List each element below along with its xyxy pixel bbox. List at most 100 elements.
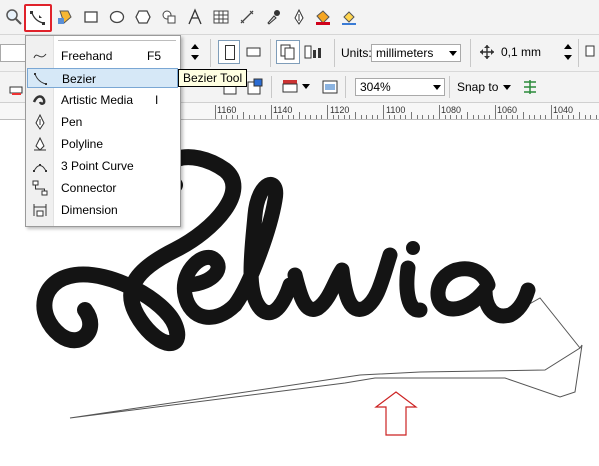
ruler-tick bbox=[343, 115, 345, 119]
landscape-button[interactable] bbox=[246, 45, 262, 62]
portrait-button[interactable] bbox=[218, 40, 240, 64]
ruler-tick bbox=[416, 115, 418, 119]
ruler-tick bbox=[478, 115, 480, 119]
ruler-tick bbox=[388, 115, 390, 119]
ruler-tick bbox=[422, 115, 424, 119]
ruler-tick bbox=[226, 115, 228, 119]
red-up-arrow bbox=[374, 391, 418, 436]
table-icon[interactable] bbox=[210, 6, 232, 28]
launcher-dropdown-arrow[interactable] bbox=[302, 84, 310, 89]
interactive-fill-icon[interactable] bbox=[338, 6, 360, 28]
ruler-tick bbox=[248, 115, 250, 119]
ruler-tick bbox=[399, 115, 401, 119]
tooltip: Bezier Tool bbox=[178, 69, 248, 87]
ruler-tick bbox=[276, 115, 278, 119]
ruler-tick bbox=[366, 115, 368, 119]
ruler-tick bbox=[355, 112, 356, 119]
units-label: Units: bbox=[341, 46, 372, 60]
ruler-tick bbox=[360, 115, 362, 119]
ruler-tick bbox=[461, 115, 463, 119]
ruler-tick bbox=[472, 115, 474, 119]
freehand-icon bbox=[32, 48, 48, 64]
menu-item-bezier[interactable]: Bezier bbox=[27, 68, 178, 88]
basic-shapes-icon[interactable] bbox=[158, 6, 180, 28]
ruler-tick bbox=[595, 115, 597, 119]
parallel-dimension-icon[interactable] bbox=[236, 6, 258, 28]
outline-pen-icon[interactable] bbox=[288, 6, 310, 28]
bezier-tool-icon[interactable] bbox=[24, 4, 52, 32]
menu-item-3-point-curve[interactable]: 3 Point Curve bbox=[27, 156, 178, 176]
text-icon[interactable] bbox=[184, 6, 206, 28]
menu-item-polyline[interactable]: Polyline bbox=[27, 134, 178, 154]
ruler-tick bbox=[511, 115, 513, 119]
units-value: millimeters bbox=[376, 46, 434, 60]
import-icon[interactable] bbox=[246, 77, 264, 100]
three-point-curve-icon bbox=[32, 158, 48, 174]
nudge-spinner[interactable] bbox=[563, 41, 573, 66]
ruler-tick bbox=[231, 115, 233, 119]
snap-to-label[interactable]: Snap to bbox=[457, 80, 498, 94]
ruler-tick bbox=[377, 115, 379, 119]
ruler-tick bbox=[265, 115, 267, 119]
duplicate-distance-icon[interactable] bbox=[585, 44, 599, 63]
ruler-tick bbox=[220, 115, 222, 119]
new-document-icon[interactable] bbox=[4, 77, 24, 100]
menu-item-label: Bezier bbox=[62, 72, 97, 86]
smart-fill-icon[interactable] bbox=[54, 6, 76, 28]
ruler-tick bbox=[287, 115, 289, 119]
polygon-icon[interactable] bbox=[132, 6, 154, 28]
bezier-icon bbox=[33, 71, 49, 87]
ruler-tick bbox=[237, 115, 239, 119]
welcome-screen-icon[interactable] bbox=[321, 78, 339, 99]
ruler-tick bbox=[495, 105, 496, 119]
ruler-label: 1100 bbox=[386, 105, 406, 115]
ruler-tick bbox=[310, 115, 312, 119]
ruler-tick bbox=[271, 105, 272, 119]
menu-item-dimension[interactable]: Dimension bbox=[27, 200, 178, 220]
zoom-level-dropdown[interactable]: 304% bbox=[355, 78, 445, 96]
eyedropper-icon[interactable] bbox=[262, 6, 284, 28]
ruler-label: 1060 bbox=[497, 105, 518, 115]
nudge-field[interactable]: 0,1 mm bbox=[497, 44, 559, 62]
ruler-tick bbox=[394, 115, 396, 119]
nudge-icon bbox=[479, 44, 495, 63]
spin-up-icon[interactable] bbox=[190, 41, 200, 66]
ruler-tick bbox=[517, 115, 519, 119]
ruler-tick bbox=[545, 115, 547, 119]
menu-item-connector[interactable]: Connector bbox=[27, 178, 178, 198]
menu-item-freehand[interactable]: Freehand F5 bbox=[27, 46, 178, 66]
zoom-level-value: 304% bbox=[360, 80, 391, 94]
menu-item-label: Artistic Media bbox=[61, 93, 134, 107]
menu-item-label: Freehand bbox=[61, 49, 113, 63]
ruler-label: 1120 bbox=[330, 105, 350, 115]
ellipse-icon[interactable] bbox=[106, 6, 128, 28]
all-pages-button[interactable] bbox=[276, 40, 300, 64]
ruler-tick bbox=[444, 115, 446, 119]
current-page-button[interactable] bbox=[304, 44, 328, 63]
zoom-icon[interactable] bbox=[3, 6, 25, 28]
ruler-tick bbox=[332, 115, 334, 119]
polyline-icon bbox=[32, 136, 48, 152]
ruler-tick bbox=[567, 115, 569, 119]
menu-item-shortcut: I bbox=[155, 93, 159, 107]
pen-icon bbox=[32, 113, 48, 130]
units-dropdown[interactable]: millimeters bbox=[371, 44, 461, 62]
ruler-tick bbox=[254, 115, 256, 119]
ruler-tick bbox=[573, 115, 575, 119]
snap-to-dropdown-arrow[interactable] bbox=[503, 85, 511, 90]
rectangle-icon[interactable] bbox=[80, 6, 102, 28]
ruler-tick bbox=[539, 115, 541, 119]
menu-item-shortcut: F5 bbox=[147, 49, 162, 63]
application-launcher-icon[interactable] bbox=[281, 78, 299, 99]
fill-bucket-icon[interactable] bbox=[312, 6, 334, 28]
ruler-tick bbox=[489, 115, 491, 119]
ruler-tick bbox=[556, 115, 558, 119]
menu-item-pen[interactable]: Pen bbox=[27, 112, 178, 132]
ruler-tick bbox=[455, 115, 457, 119]
options-icon[interactable] bbox=[521, 78, 539, 99]
menu-item-artistic-media[interactable]: Artistic Media I bbox=[27, 90, 178, 110]
ruler-tick bbox=[483, 115, 485, 119]
ruler-tick bbox=[590, 115, 592, 119]
ruler-label: 1080 bbox=[441, 105, 462, 115]
toolbox bbox=[0, 0, 599, 35]
